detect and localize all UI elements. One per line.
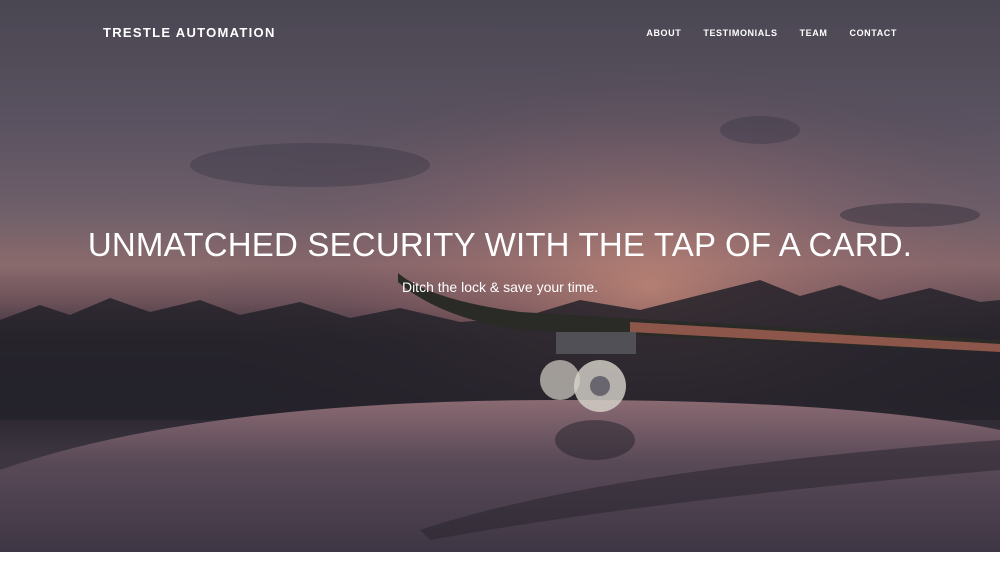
top-navbar: TRESTLE AUTOMATION ABOUT TESTIMONIALS TE… <box>0 0 1000 68</box>
brand-logo-link[interactable]: TRESTLE AUTOMATION <box>103 25 276 40</box>
nav-link-team[interactable]: TEAM <box>800 28 828 38</box>
hero-headline: UNMATCHED SECURITY WITH THE TAP OF A CAR… <box>87 226 913 263</box>
hero-subheadline: Ditch the lock & save your time. <box>401 279 599 295</box>
page-bottom-strip <box>0 552 1000 568</box>
main-nav: ABOUT TESTIMONIALS TEAM CONTACT <box>646 28 897 38</box>
nav-link-contact[interactable]: CONTACT <box>849 28 897 38</box>
nav-link-testimonials[interactable]: TESTIMONIALS <box>703 28 777 38</box>
hero-background-image <box>0 0 1000 552</box>
nav-link-about[interactable]: ABOUT <box>646 28 681 38</box>
hero-section: TRESTLE AUTOMATION ABOUT TESTIMONIALS TE… <box>0 0 1000 552</box>
